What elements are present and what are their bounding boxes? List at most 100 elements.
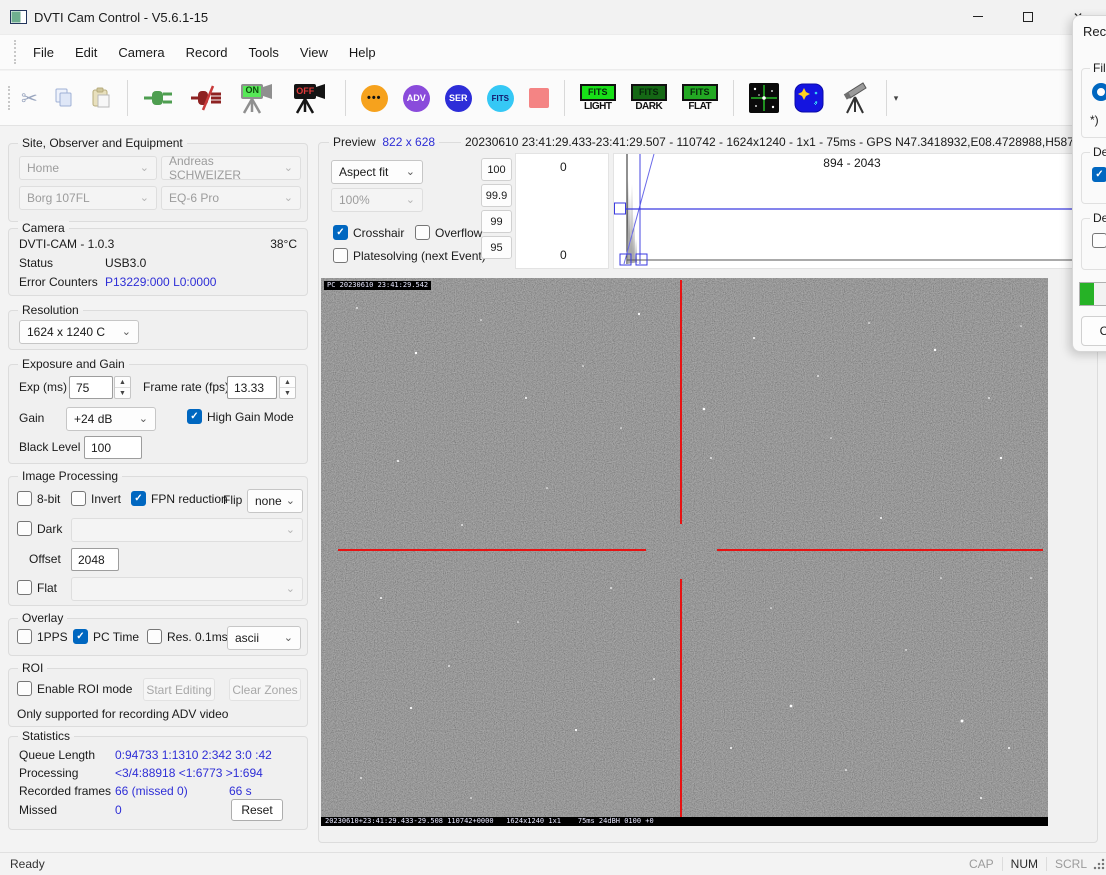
start-editing-button[interactable]: Start Editing <box>143 678 215 701</box>
histogram-panel[interactable]: 894 - 2043 <box>613 153 1091 269</box>
toolbar-overflow-icon[interactable]: ▾ <box>894 93 899 104</box>
offset-input[interactable]: 2048 <box>71 548 119 571</box>
resolution-group-title: Resolution <box>18 303 83 317</box>
record-close-button[interactable]: C <box>1081 316 1106 346</box>
aspect-select[interactable]: Aspect fit⌄ <box>331 160 423 184</box>
menu-edit[interactable]: Edit <box>75 45 97 60</box>
flip-select[interactable]: none⌄ <box>247 489 303 513</box>
overflow-checkbox[interactable]: Overflow <box>415 225 482 240</box>
telescope-select[interactable]: Borg 107FL⌄ <box>19 186 157 210</box>
crosshair-vertical-bottom <box>680 579 682 818</box>
invert-checkbox[interactable]: Invert <box>71 491 121 506</box>
black-level-input[interactable]: 100 <box>84 436 142 459</box>
pct-99-button[interactable]: 99 <box>481 210 512 233</box>
copy-icon[interactable] <box>53 87 75 109</box>
camera-off-icon[interactable]: OFF <box>292 81 330 115</box>
toolbar: ✂ ON OFF ••• ADV SER FITS FITS LIGHT FIT… <box>0 71 1106 126</box>
platesolving-checkbox[interactable]: Platesolving (next Event) <box>333 248 486 263</box>
scissors-icon[interactable]: ✂ <box>21 86 38 111</box>
toolbar-separator <box>127 80 128 116</box>
queue-length-label: Queue Length <box>19 748 95 762</box>
preview-group-title: Preview 822 x 628 <box>329 135 439 149</box>
chevron-down-icon: ⌄ <box>406 167 415 178</box>
connect-icon[interactable] <box>143 87 175 109</box>
telescope-icon[interactable] <box>839 81 871 115</box>
resolution-group: Resolution 1624 x 1240 C⌄ <box>8 310 308 350</box>
overlay-group: Overlay 1PPS ✓ PC Time Res. 0.1ms ascii⌄ <box>8 618 308 656</box>
delay2-checkbox[interactable] <box>1092 233 1106 248</box>
fps-stepper[interactable]: ▲ ▼ <box>279 376 296 399</box>
title-bar: DVTI Cam Control - V5.6.1-15 ✕ <box>0 0 1106 34</box>
delay1-checkbox[interactable]: ✓ <box>1092 167 1106 182</box>
spinner-up-icon[interactable]: ▲ <box>280 377 295 388</box>
minimize-button[interactable] <box>955 0 1001 33</box>
preview-group: Preview 822 x 628 20230610 23:41:29.433-… <box>318 142 1098 843</box>
crosshair-checkbox[interactable]: ✓ Crosshair <box>333 225 404 240</box>
fits-light-icon[interactable]: FITS LIGHT <box>580 84 616 112</box>
menu-view[interactable]: View <box>300 45 328 60</box>
clear-zones-button[interactable]: Clear Zones <box>229 678 301 701</box>
check-icon: ✓ <box>336 227 344 238</box>
preview-image[interactable]: PC 20230610 23:41:29.542 20230610+23:41:… <box>321 278 1048 826</box>
site-select[interactable]: Home⌄ <box>19 156 157 180</box>
paste-icon[interactable] <box>90 87 112 109</box>
spinner-down-icon[interactable]: ▼ <box>115 388 130 398</box>
resolution-select[interactable]: 1624 x 1240 C⌄ <box>19 320 139 344</box>
1pps-checkbox[interactable]: 1PPS <box>17 629 68 644</box>
menu-file[interactable]: File <box>33 45 54 60</box>
record-dots-icon[interactable]: ••• <box>361 85 388 112</box>
maximize-button[interactable] <box>1005 0 1051 33</box>
dark-checkbox[interactable]: Dark <box>17 521 62 536</box>
camera-on-icon[interactable]: ON <box>239 81 277 115</box>
res-01ms-checkbox[interactable]: Res. 0.1ms <box>147 629 228 644</box>
overlay-mode-select[interactable]: ascii⌄ <box>227 626 301 650</box>
spinner-up-icon[interactable]: ▲ <box>115 377 130 388</box>
pct-100-button[interactable]: 100 <box>481 158 512 181</box>
exposure-group: Exposure and Gain Exp (ms) 75 ▲ ▼ Frame … <box>8 364 308 464</box>
spinner-down-icon[interactable]: ▼ <box>280 388 295 398</box>
toolbar-separator <box>564 80 565 116</box>
level-panel: 0 0 <box>515 153 609 269</box>
8bit-checkbox[interactable]: 8-bit <box>17 491 60 506</box>
flat-file-select[interactable]: ⌄ <box>71 577 303 601</box>
zoom-select[interactable]: 100%⌄ <box>331 188 423 212</box>
menu-help[interactable]: Help <box>349 45 376 60</box>
record-panel: Reco File *) Dela ✓ Dela C <box>1072 15 1106 352</box>
flat-checkbox[interactable]: Flat <box>17 580 57 595</box>
gain-select[interactable]: +24 dB⌄ <box>66 407 156 431</box>
crosshair-horizontal-left <box>338 549 646 551</box>
record-panel-title: Reco <box>1083 24 1106 39</box>
file-format-radio[interactable] <box>1092 83 1106 101</box>
fits-dark-icon[interactable]: FITS DARK <box>631 84 667 112</box>
window-title: DVTI Cam Control - V5.6.1-15 <box>34 10 208 25</box>
exp-input[interactable]: 75 <box>69 376 113 399</box>
mount-select[interactable]: EQ-6 Pro⌄ <box>161 186 301 210</box>
record-ser-icon[interactable]: SER <box>445 85 472 112</box>
drag-handle[interactable] <box>8 86 12 110</box>
pct-95-button[interactable]: 95 <box>481 236 512 259</box>
high-gain-mode-checkbox[interactable]: ✓ High Gain Mode <box>187 409 294 424</box>
platesolve-icon[interactable] <box>794 83 824 113</box>
starfield-icon[interactable] <box>749 83 779 113</box>
observer-select[interactable]: Andreas SCHWEIZER⌄ <box>161 156 301 180</box>
pct-99-9-button[interactable]: 99.9 <box>481 184 512 207</box>
queue-length-value: 0:94733 1:1310 2:342 3:0 :42 <box>115 748 272 762</box>
fps-input[interactable]: 13.33 <box>227 376 277 399</box>
menu-camera[interactable]: Camera <box>118 45 164 60</box>
pc-time-checkbox[interactable]: ✓ PC Time <box>73 629 139 644</box>
stop-icon[interactable] <box>529 88 549 108</box>
chevron-down-icon: ⌄ <box>140 163 149 174</box>
dark-file-select[interactable]: ⌄ <box>71 518 303 542</box>
enable-roi-checkbox[interactable]: Enable ROI mode <box>17 681 132 696</box>
drag-handle[interactable] <box>14 40 18 64</box>
exp-stepper[interactable]: ▲ ▼ <box>114 376 131 399</box>
fpn-reduction-checkbox[interactable]: ✓ FPN reduction <box>131 491 228 506</box>
menu-tools[interactable]: Tools <box>249 45 279 60</box>
record-fits-icon[interactable]: FITS <box>487 85 514 112</box>
record-adv-icon[interactable]: ADV <box>403 85 430 112</box>
menu-record[interactable]: Record <box>186 45 228 60</box>
fits-flat-icon[interactable]: FITS FLAT <box>682 84 718 112</box>
reset-button[interactable]: Reset <box>231 799 283 821</box>
resize-grip-icon[interactable] <box>1093 858 1105 870</box>
disconnect-icon[interactable] <box>190 85 224 111</box>
